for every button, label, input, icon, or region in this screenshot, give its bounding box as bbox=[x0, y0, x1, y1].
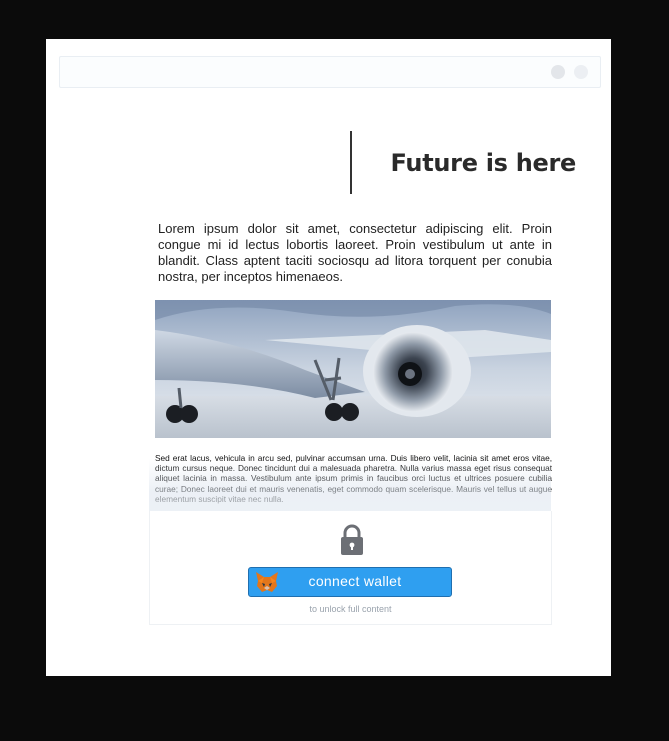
page-title: Future is here bbox=[390, 149, 577, 177]
page: Future is here Lorem ipsum dolor sit ame… bbox=[46, 39, 611, 676]
toolbar-icon[interactable] bbox=[574, 65, 588, 79]
lock-icon bbox=[341, 524, 363, 555]
intro-paragraph: Lorem ipsum dolor sit amet, consectetur … bbox=[158, 221, 552, 284]
top-bar bbox=[59, 56, 601, 88]
content-fade bbox=[149, 459, 551, 519]
connect-wallet-button[interactable]: connect wallet bbox=[248, 567, 452, 597]
hero-image bbox=[155, 300, 551, 438]
connect-wallet-label: connect wallet bbox=[308, 573, 402, 589]
unlock-note: to unlock full content bbox=[309, 604, 392, 614]
headline-divider bbox=[350, 131, 352, 194]
paywall-panel: connect wallet to unlock full content bbox=[149, 511, 552, 625]
toolbar-icon[interactable] bbox=[551, 65, 565, 79]
metamask-fox-icon bbox=[256, 572, 278, 592]
